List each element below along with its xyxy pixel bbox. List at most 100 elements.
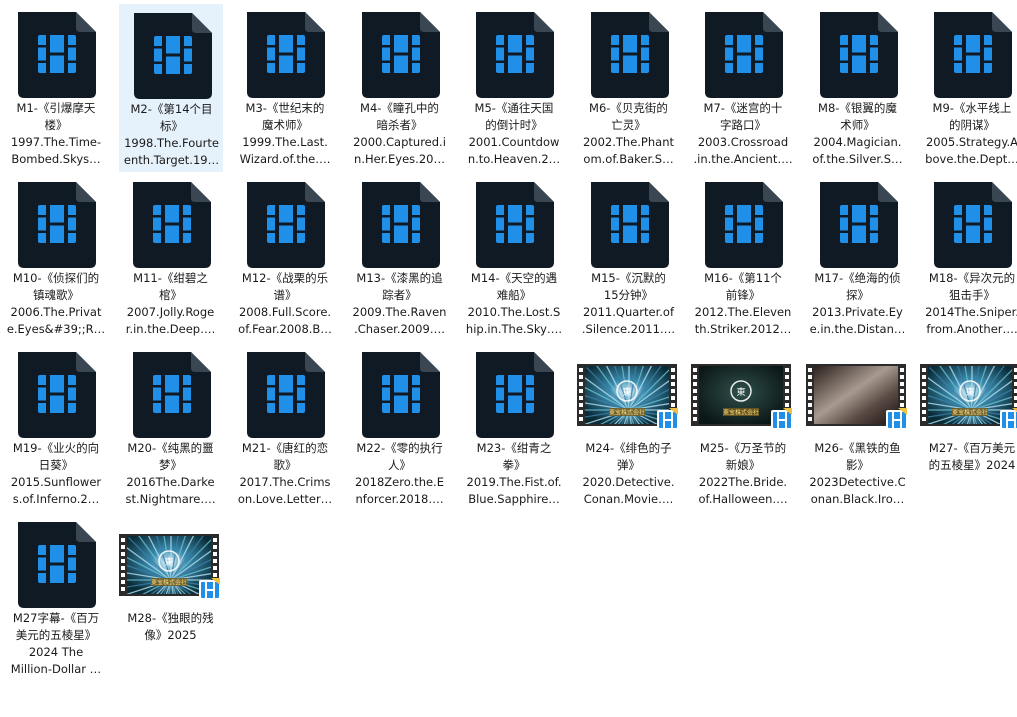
file-name-line: e.Eyes&#39;;R… [6, 322, 106, 336]
file-thumbnail [348, 176, 452, 272]
file-name-line: 的阴谋》 [949, 118, 995, 132]
file-item-m21[interactable]: M21-《唐红的恋 歌》 2017.The.Crims on.Love.Letter… [233, 344, 337, 512]
file-name-line: 2022The.Bride. [698, 475, 788, 489]
file-item-m16[interactable]: M16-《第11个 前锋》 2012.The.Eleven th.Striker.20… [691, 174, 795, 342]
file-name-line: s.of.Inferno.2… [12, 492, 100, 506]
file-item-m23[interactable]: M23-《绀青之 拳》 2019.The.Fist.of. Blue.Sapphire… [462, 344, 566, 512]
file-name-line: 镇魂歌》 [33, 288, 79, 302]
file-thumbnail [691, 6, 795, 102]
file-item-m27[interactable]: 東 東宝株式会社 M27-《百万美元 的五棱星》2024 [920, 344, 1017, 512]
file-item-m15[interactable]: M15-《沉默的 15分钟》 2011.Quarter.of .Silence.201… [577, 174, 681, 342]
file-thumbnail [233, 346, 337, 442]
file-thumbnail: 東 東宝株式会社 [691, 346, 795, 442]
file-item-m6[interactable]: M6-《贝克街的 亡灵》 2002.The.Phant om.of.Baker.S… [577, 4, 681, 172]
thumbnail-logo-text: 東宝株式会社 [723, 409, 759, 417]
file-item-m26[interactable]: M26-《黑铁的鱼 影》 2023Detective.C onan.Black.Iro… [805, 344, 910, 512]
file-item-m22[interactable]: M22-《零的执行 人》 2018Zero.the.E nforcer.2018…. [348, 344, 452, 512]
file-thumbnail [577, 176, 681, 272]
file-item-m3[interactable]: M3-《世纪末的 魔术师》 1999.The.Last. Wizard.of.the…… [233, 4, 337, 172]
file-item-m20[interactable]: M20-《纯黑的噩 梦》 2016The.Darke st.Nightmare…. [119, 344, 223, 512]
file-name-line: of.Fear.2008.B… [238, 322, 332, 336]
thumbnail-logo-text: 東宝株式会社 [150, 579, 186, 587]
file-name-line: M10-《侦探们的 [12, 271, 100, 285]
file-name-label: M15-《沉默的 15分钟》 2011.Quarter.of .Silence.201… [577, 270, 681, 338]
file-name-line: M25-《万圣节的 [699, 441, 787, 455]
file-name-line: 2013.Private.Ey [812, 305, 903, 319]
file-item-m28[interactable]: 東 東宝株式会社 M28-《独眼的残 像》2025 [118, 514, 223, 682]
file-name-line: 亡灵》 [611, 118, 646, 132]
file-name-line: 楼》 [44, 118, 68, 132]
file-name-line: M4-《瞳孔中的 [360, 101, 439, 115]
file-name-label: M9-《水平线上 的阴谋》 2005.Strategy.A bove.the.Dept… [920, 100, 1017, 168]
file-name-line: 影》 [846, 458, 869, 472]
file-thumbnail: 東 東宝株式会社 [576, 346, 681, 442]
file-name-line: 像》2025 [144, 628, 197, 642]
file-name-line: om.of.Baker.S… [583, 152, 674, 166]
file-name-label: M14-《天空的遇 难船》 2010.The.Lost.S hip.in.The.Sk… [462, 270, 566, 338]
thumbnail-logo-text: 東宝株式会社 [952, 409, 988, 417]
file-name-label: M2-《第14个目 标》 1998.The.Fourte enth.Target.19… [120, 101, 224, 169]
file-thumbnail [462, 6, 566, 102]
file-name-line: 日葵》 [38, 458, 74, 472]
file-name-line: M1-《引爆摩天 [16, 101, 96, 115]
file-name-label: M7-《迷宫的十 字路口》 2003.Crossroad .in.the.Ancien… [691, 100, 795, 168]
file-name-line: 歌》 [273, 458, 297, 472]
file-name-line: M27字幕-《百万 [12, 611, 100, 625]
video-file-icon [247, 352, 325, 438]
file-name-line: 字路口》 [720, 118, 766, 132]
file-name-line: 1998.The.Fourte [124, 136, 219, 150]
video-file-icon [476, 12, 554, 98]
file-item-m19[interactable]: M19-《业火的向 日葵》 2015.Sunflower s.of.Inferno.2… [4, 344, 108, 512]
file-item-m14[interactable]: M14-《天空的遇 难船》 2010.The.Lost.S hip.in.The.Sk… [462, 174, 566, 342]
file-item-m17[interactable]: M17-《绝海的侦 探》 2013.Private.Ey e.in.the.Dista… [806, 174, 910, 342]
file-item-m1[interactable]: M1-《引爆摩天 楼》 1997.The.Time- Bombed.Skys… [4, 4, 108, 172]
file-name-line: 暗杀者》 [376, 118, 423, 132]
file-name-line: 2003.Crossroad [697, 135, 789, 149]
file-item-m13[interactable]: M13-《漆黑的追 踪者》 2009.The.Raven .Chaser.2009…. [348, 174, 452, 342]
file-item-m5[interactable]: M5-《通往天国 的倒计时》 2001.Countdow n.to.Heaven.2… [462, 4, 566, 172]
thumbnail-logo-glyph: 東 [965, 386, 974, 398]
file-item-m4[interactable]: M4-《瞳孔中的 暗杀者》 2000.Captured.i n.Her.Eyes.20… [348, 4, 452, 172]
file-item-m27s[interactable]: M27字幕-《百万 美元的五棱星》 2024 The Million-Dollar … [4, 514, 108, 682]
file-name-label: M24-《绯色的子 弹》 2020.Detective. Conan.Movie…. [577, 440, 681, 508]
video-file-icon [18, 352, 96, 438]
file-name-line: enth.Target.19… [123, 153, 220, 167]
video-file-icon [476, 352, 554, 438]
file-name-label: M25-《万圣节的 新娘》 2022The.Bride. of.Halloween…. [691, 440, 795, 508]
file-name-line: M26-《黑铁的鱼 [814, 441, 901, 455]
file-name-line: 2014The.Sniper. [925, 305, 1017, 319]
file-name-line: M13-《漆黑的追 [356, 271, 443, 285]
file-thumbnail [348, 346, 452, 442]
file-item-m7[interactable]: M7-《迷宫的十 字路口》 2003.Crossroad .in.the.Ancien… [691, 4, 795, 172]
file-name-line: 2002.The.Phant [582, 135, 675, 149]
file-name-label: M28-《独眼的残 像》2025 [119, 610, 223, 644]
file-name-line: e.in.the.Distan… [809, 322, 906, 336]
video-file-icon [18, 522, 96, 608]
file-thumbnail [120, 7, 224, 103]
file-item-m10[interactable]: M10-《侦探们的 镇魂歌》 2006.The.Privat e.Eyes&#39;;… [4, 174, 108, 342]
file-name-line: 2006.The.Privat [10, 305, 102, 319]
file-item-m18[interactable]: M18-《异次元的 狙击手》 2014The.Sniper. from.Another… [920, 174, 1017, 342]
file-name-line: 2010.The.Lost.S [467, 305, 561, 319]
file-name-line: 弹》 [617, 458, 640, 472]
file-item-m12[interactable]: M12-《战栗的乐 谱》 2008.Full.Score. of.Fear.2008.… [233, 174, 337, 342]
file-item-m25[interactable]: 東 東宝株式会社 M25-《万圣节的 新娘》 2022The.Bride. of.Ha… [691, 344, 795, 512]
file-name-line: M16-《第11个 [704, 271, 782, 285]
file-name-line: 2019.The.Fist.of. [466, 475, 562, 489]
file-name-line: 棺》 [159, 288, 182, 302]
file-name-line: 探》 [846, 288, 869, 302]
file-name-line: 魔术师》 [262, 118, 308, 132]
file-name-line: r.in.the.Deep…. [125, 322, 216, 336]
file-item-m2[interactable]: M2-《第14个目 标》 1998.The.Fourte enth.Target.19… [118, 4, 224, 172]
video-file-icon [18, 12, 96, 98]
file-name-line: M20-《纯黑的噩 [127, 441, 214, 455]
file-thumbnail [4, 516, 108, 612]
file-item-m11[interactable]: M11-《绀碧之 棺》 2007.Jolly.Roge r.in.the.Deep…. [119, 174, 223, 342]
file-item-m24[interactable]: 東 東宝株式会社 M24-《绯色的子 弹》 2020.Detective. Conan… [576, 344, 681, 512]
video-badge-icon [656, 408, 679, 430]
file-name-line: 2017.The.Crims [239, 475, 331, 489]
file-thumbnail [4, 176, 108, 272]
file-item-m9[interactable]: M9-《水平线上 的阴谋》 2005.Strategy.A bove.the.Dept… [920, 4, 1017, 172]
file-item-m8[interactable]: M8-《银翼的魔 术师》 2004.Magician. of.the.Silver.S… [806, 4, 910, 172]
file-name-label: M27字幕-《百万 美元的五棱星》 2024 The Million-Dollar … [4, 610, 108, 678]
